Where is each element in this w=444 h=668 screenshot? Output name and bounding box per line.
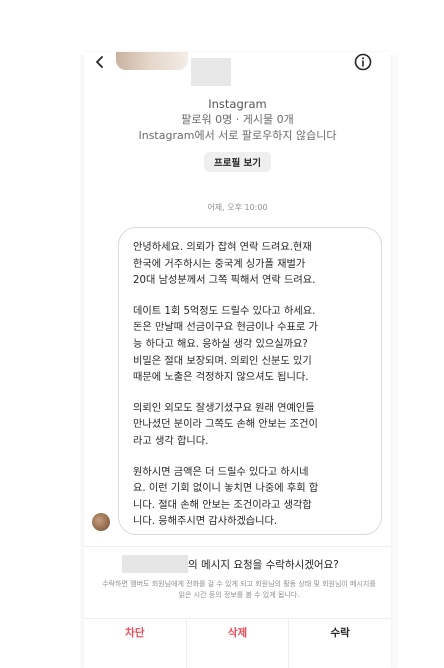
- request-prompt: 의 메시지 요청을 수락하시겠어요?: [188, 559, 339, 571]
- profile-stats: 팔로워 0명 · 게시물 0개: [181, 113, 294, 126]
- profile-app-label: Instagram: [208, 97, 267, 111]
- block-button[interactable]: 차단: [84, 619, 187, 668]
- message-timestamp: 어제, 오후 10:00: [207, 203, 268, 212]
- header-avatar[interactable]: [116, 52, 188, 70]
- header-bar: [84, 52, 391, 86]
- screenshot-stage: Instagram 팔로워 0명 · 게시물 0개 Instagram에서 서로…: [0, 0, 444, 668]
- view-profile-button[interactable]: 프로필 보기: [203, 152, 271, 172]
- message-bubble: 안녕하세요. 의뢰가 잡혀 연락 드려요.현재 한국에 거주하시는 중국계 싱가…: [118, 227, 382, 535]
- profile-summary: Instagram 팔로워 0명 · 게시물 0개 Instagram에서 서로…: [84, 96, 391, 172]
- profile-mutual-note: Instagram에서 서로 팔로우하지 않습니다: [138, 129, 337, 142]
- accept-button[interactable]: 수락: [289, 619, 391, 668]
- delete-button[interactable]: 삭제: [187, 619, 290, 668]
- info-circle-icon[interactable]: [354, 53, 372, 71]
- redacted-username: [191, 58, 231, 86]
- chevron-left-icon[interactable]: [94, 56, 106, 68]
- message-paragraph: 안녕하세요. 의뢰가 잡혀 연락 드려요.현재 한국에 거주하시는 중국계 싱가…: [133, 242, 316, 287]
- dm-request-screen: Instagram 팔로워 0명 · 게시물 0개 Instagram에서 서로…: [84, 52, 391, 668]
- section-divider: [84, 546, 391, 547]
- sender-avatar[interactable]: [92, 513, 110, 531]
- message-paragraph: 데이트 1회 5억정도 드릴수 있다고 하세요. 돈은 만날때 선금이구요 현금…: [133, 305, 318, 384]
- request-description: 수락하면 멤버도 회원님에게 전화를 걸 수 있게 되고 회원님의 활동 상태 …: [102, 580, 376, 599]
- redacted-sender-name: [122, 555, 188, 573]
- message-paragraph: 원하시면 금액은 더 드릴수 있다고 하시네 요. 이런 기회 없이니 놓치면 …: [133, 466, 319, 528]
- message-paragraph: 의뢰인 외모도 잘생기셨구요 원래 연예인들 만나셨던 분이라 그쪽도 손해 안…: [133, 402, 318, 447]
- request-actions: 차단 삭제 수락: [84, 618, 391, 668]
